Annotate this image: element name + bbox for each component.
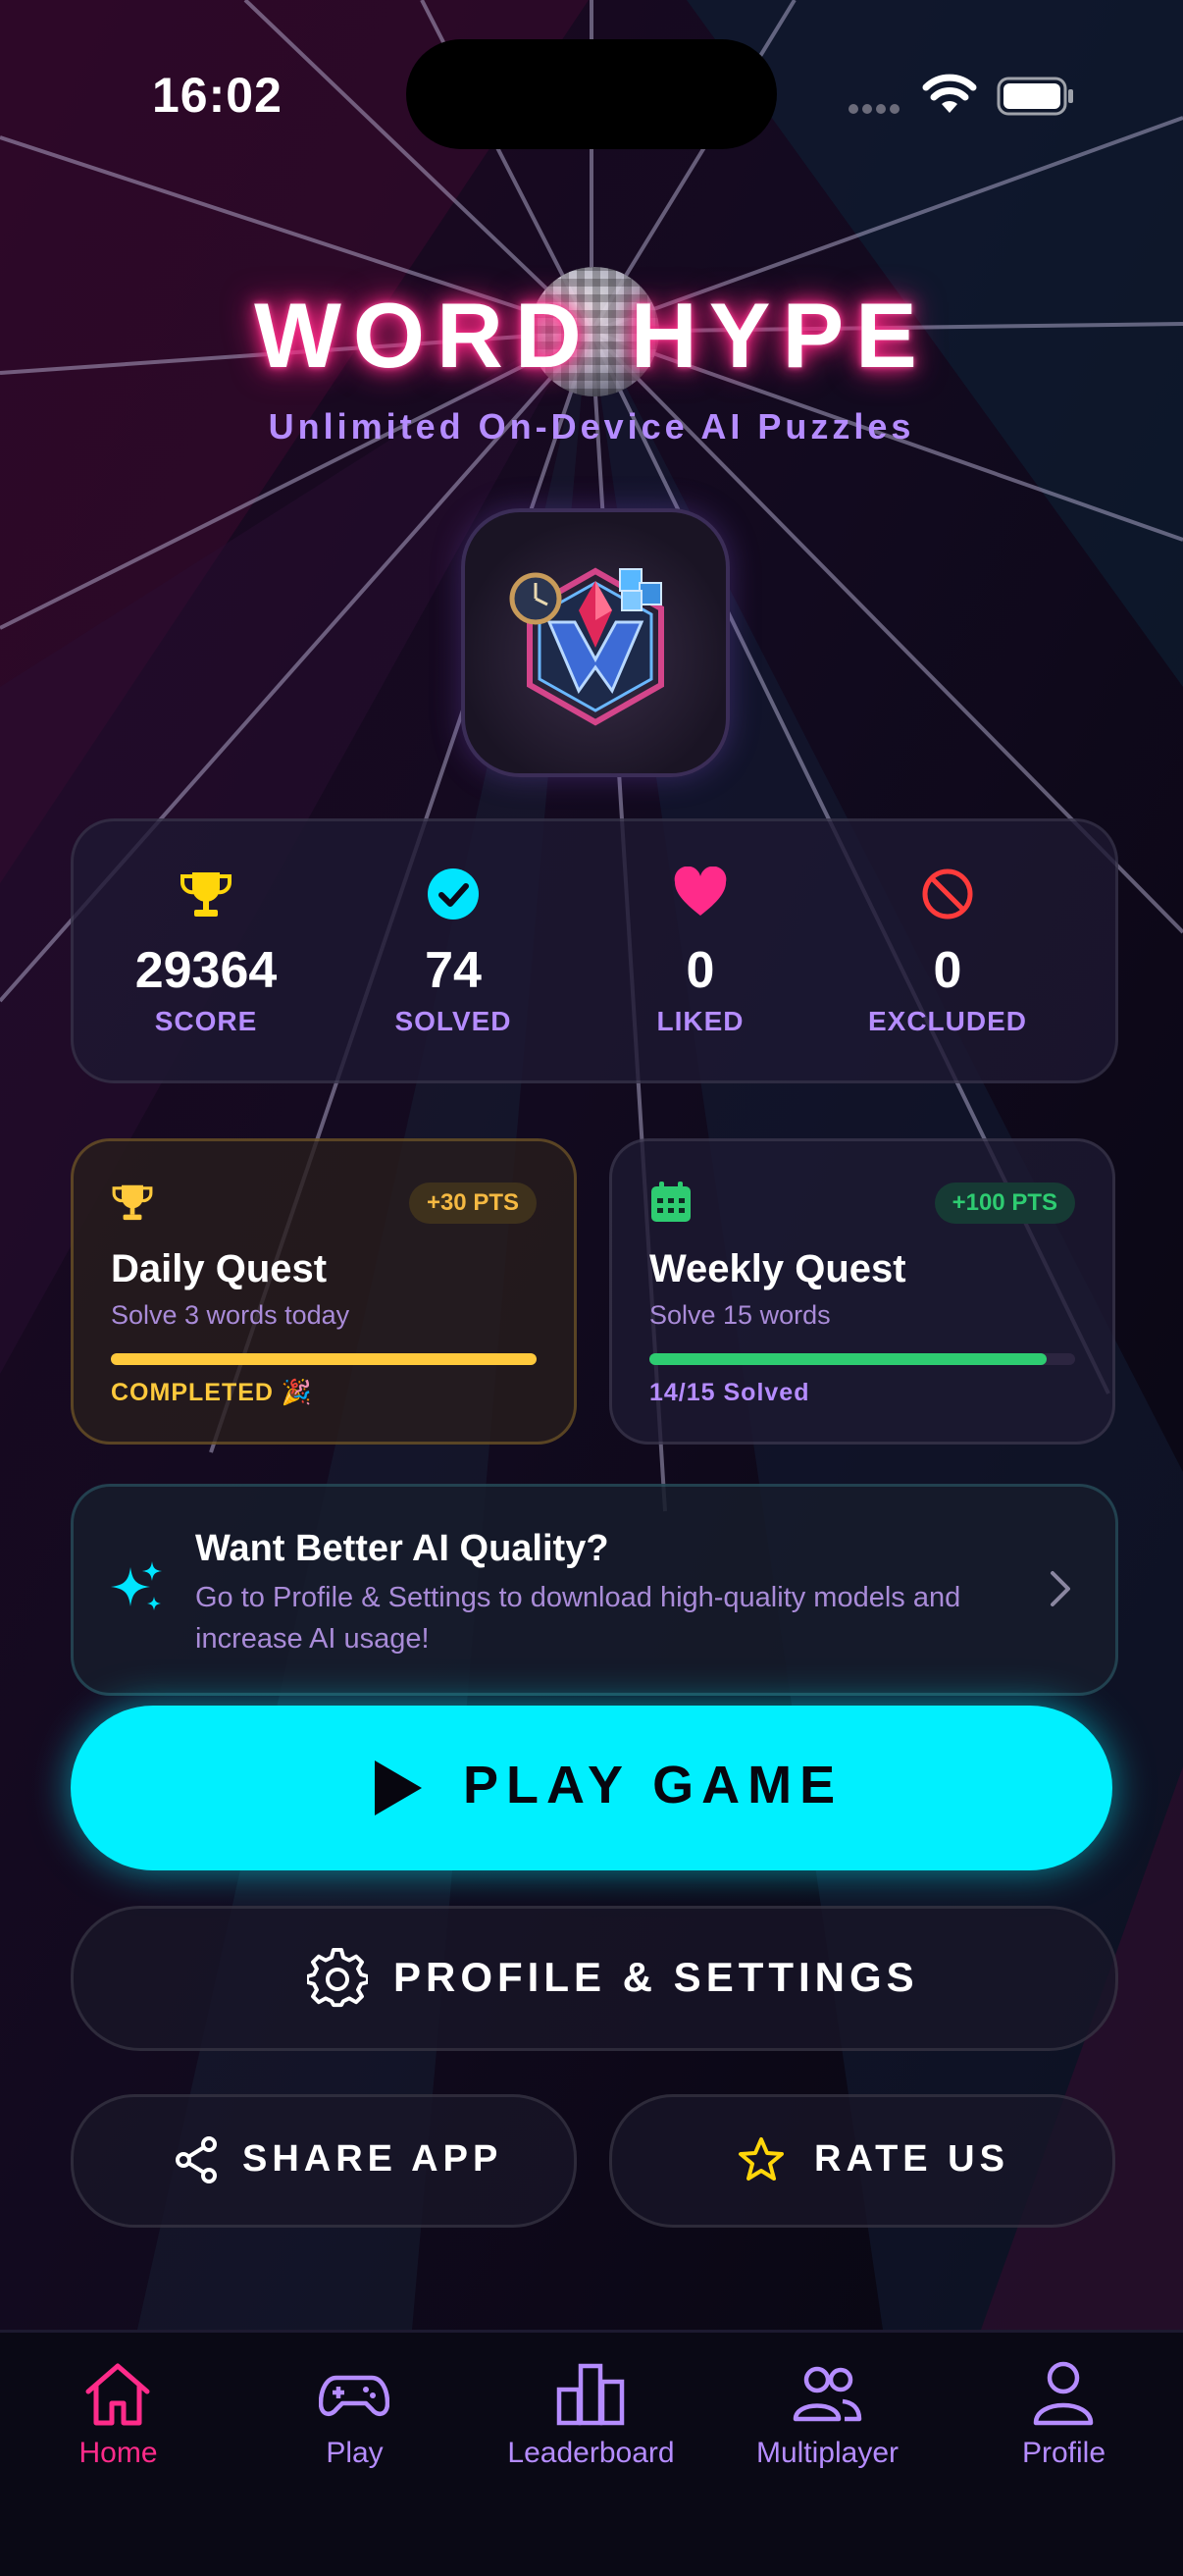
heart-icon [674, 867, 727, 916]
liked-value: 0 [686, 942, 715, 999]
tab-multiplayer-label: Multiplayer [755, 2437, 900, 2469]
share-app-button[interactable]: SHARE APP [71, 2094, 577, 2228]
tab-multiplayer[interactable]: Multiplayer [709, 2333, 946, 2480]
users-icon [793, 2366, 862, 2422]
daily-quest-card[interactable]: +30 PTS Daily Quest Solve 3 words today … [71, 1138, 577, 1445]
daily-points-badge: +30 PTS [408, 1183, 537, 1224]
sparkles-icon [111, 1561, 162, 1610]
score-value: 29364 [134, 942, 278, 999]
star-icon [739, 2137, 784, 2181]
daily-progress-fill [111, 1353, 537, 1365]
stats-card: 29364 SCORE 74 SOLVED 0 LIKED 0 EXCLUDED [71, 818, 1118, 1083]
profile-settings-button[interactable]: PROFILE & SETTINGS [71, 1906, 1118, 2051]
user-icon [1033, 2361, 1094, 2426]
cellular-signal-icon [849, 104, 900, 114]
excluded-label: EXCLUDED [867, 1006, 1027, 1036]
daily-quest-status: COMPLETED 🎉 [111, 1379, 314, 1406]
ai-quality-banner[interactable]: Want Better AI Quality? Go to Profile & … [71, 1484, 1118, 1696]
gem-logo-icon [509, 567, 664, 726]
stat-solved: 74 SOLVED [331, 821, 576, 1080]
tab-home[interactable]: Home [0, 2333, 236, 2480]
app-logo [461, 508, 730, 777]
app-title: WORD HYPE [254, 284, 929, 387]
play-icon [375, 1761, 422, 1815]
weekly-quest-subtitle: Solve 15 words [649, 1300, 831, 1330]
excluded-value: 0 [933, 942, 962, 999]
banner-title: Want Better AI Quality? [195, 1528, 609, 1569]
gamepad-icon [319, 2375, 389, 2417]
weekly-progress-bar [649, 1353, 1075, 1365]
liked-label: LIKED [656, 1006, 745, 1036]
leaderboard-icon [556, 2363, 625, 2426]
solved-label: SOLVED [394, 1006, 512, 1036]
tab-play[interactable]: Play [236, 2333, 473, 2480]
rate-us-label: RATE US [814, 2138, 1009, 2180]
home-icon [85, 2363, 150, 2426]
weekly-quest-card[interactable]: +100 PTS Weekly Quest Solve 15 words 14/… [609, 1138, 1115, 1445]
dynamic-island [406, 39, 777, 149]
wifi-icon [922, 74, 977, 113]
tab-leaderboard[interactable]: Leaderboard [473, 2333, 709, 2480]
block-icon [922, 868, 973, 920]
stat-liked: 0 LIKED [578, 821, 823, 1080]
calendar-icon [651, 1182, 691, 1222]
chevron-right-icon [1051, 1571, 1070, 1606]
rate-us-button[interactable]: RATE US [609, 2094, 1115, 2228]
score-label: SCORE [154, 1006, 258, 1036]
banner-text: Go to Profile & Settings to download hig… [195, 1582, 961, 1655]
tab-profile-label: Profile [1021, 2437, 1106, 2469]
tab-play-label: Play [326, 2437, 384, 2469]
tab-leaderboard-label: Leaderboard [507, 2437, 675, 2469]
play-game-label: PLAY GAME [463, 1756, 844, 1814]
share-app-label: SHARE APP [242, 2138, 503, 2180]
check-circle-icon [428, 868, 479, 920]
play-game-button[interactable]: PLAY GAME [71, 1706, 1112, 1870]
stat-score: 29364 SCORE [83, 821, 329, 1080]
battery-icon [997, 77, 1073, 116]
tab-bar: Home Play Leaderboard Multiplayer Profil… [0, 2330, 1183, 2576]
gear-icon [307, 1948, 368, 2008]
stat-excluded: 0 EXCLUDED [825, 821, 1070, 1080]
solved-value: 74 [425, 942, 482, 999]
daily-quest-title: Daily Quest [111, 1247, 328, 1290]
daily-progress-bar [111, 1353, 537, 1365]
share-icon [176, 2136, 217, 2183]
profile-settings-label: PROFILE & SETTINGS [393, 1954, 919, 2000]
trophy-icon [180, 872, 231, 917]
app-subtitle: Unlimited On-Device AI Puzzles [268, 406, 915, 447]
weekly-points-badge: +100 PTS [934, 1183, 1075, 1224]
weekly-quest-status: 14/15 Solved [649, 1379, 810, 1406]
trophy-icon [112, 1184, 153, 1221]
daily-quest-subtitle: Solve 3 words today [111, 1300, 350, 1330]
tab-home-label: Home [78, 2437, 158, 2469]
status-time: 16:02 [152, 68, 283, 123]
tab-profile[interactable]: Profile [946, 2333, 1182, 2480]
weekly-quest-title: Weekly Quest [649, 1247, 906, 1290]
weekly-progress-fill [649, 1353, 1047, 1365]
